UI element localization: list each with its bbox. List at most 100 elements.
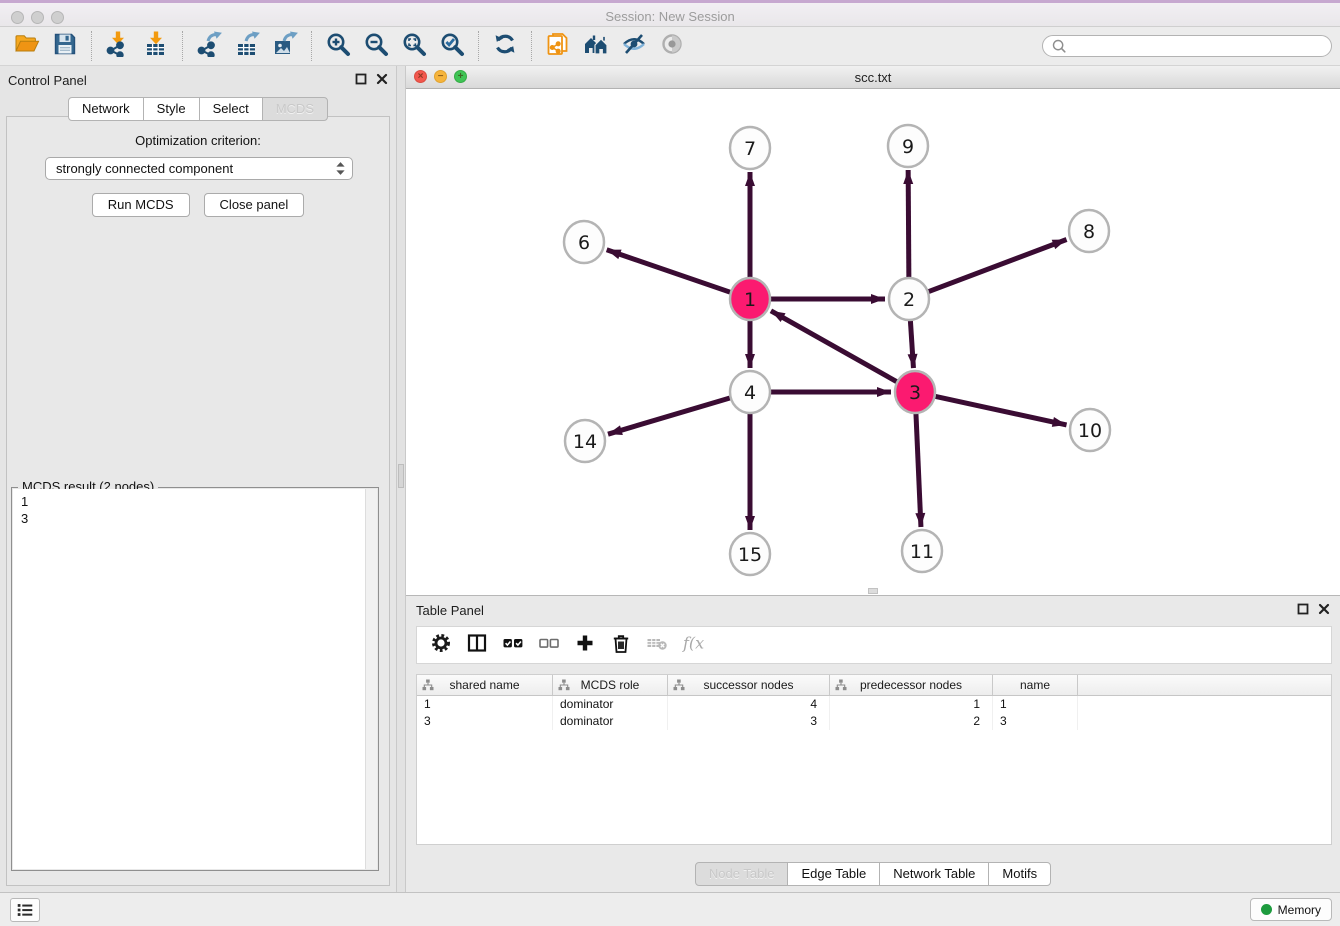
select-all-rows-button[interactable] [497, 630, 529, 660]
zoom-selected-button[interactable] [433, 30, 471, 62]
table-cell[interactable]: 4 [668, 696, 830, 713]
criterion-select[interactable]: strongly connected component [45, 157, 353, 180]
graph-node-1[interactable]: 1 [730, 278, 770, 320]
mcds-result-text: 1 3 [13, 489, 377, 531]
toggle-panel-layout-button[interactable] [461, 630, 493, 660]
column-header-name[interactable]: name [993, 675, 1078, 695]
show-all-button[interactable] [653, 30, 691, 62]
graph-node-14[interactable]: 14 [565, 420, 605, 462]
table-row-2[interactable]: 3dominator323 [417, 713, 1331, 730]
save-icon [52, 31, 78, 62]
close-panel-icon[interactable] [376, 73, 388, 85]
add-column-button[interactable] [569, 630, 601, 660]
task-history-button[interactable] [10, 898, 40, 922]
mcds-result-scrollbar[interactable] [365, 489, 377, 869]
graph-node-11[interactable]: 11 [902, 530, 942, 572]
hide-selected-button[interactable] [615, 30, 653, 62]
export-network-button[interactable] [190, 30, 228, 62]
table-cell[interactable]: 1 [830, 696, 993, 713]
tab-mcds[interactable]: MCDS [262, 97, 328, 121]
graph-node-15[interactable]: 15 [730, 533, 770, 575]
import-table-button[interactable] [137, 30, 175, 62]
svg-text:3: 3 [909, 382, 921, 404]
graph-edge-3-10[interactable] [936, 396, 1067, 424]
tab-select[interactable]: Select [199, 97, 263, 121]
table-panel: Table Panel f(x) shared name MCDS rolesuc… [406, 595, 1340, 892]
zoom-fit-button[interactable] [395, 30, 433, 62]
graph-edge-1-6[interactable] [607, 250, 730, 292]
close-panel-button[interactable]: Close panel [204, 193, 305, 217]
graph-node-10[interactable]: 10 [1070, 409, 1110, 451]
tab-network[interactable]: Network [68, 97, 144, 121]
graph-edge-2-3[interactable] [910, 320, 913, 368]
zoom-out-button[interactable] [357, 30, 395, 62]
svg-text:8: 8 [1083, 221, 1095, 243]
graph-node-6[interactable]: 6 [564, 221, 604, 263]
tab-style[interactable]: Style [143, 97, 200, 121]
column-header-shared-name[interactable]: shared name [417, 675, 553, 695]
import-network-button[interactable] [99, 30, 137, 62]
graph-edge-3-11[interactable] [916, 413, 921, 527]
graph-node-7[interactable]: 7 [730, 127, 770, 169]
graph-node-4[interactable]: 4 [730, 371, 770, 413]
table-settings-button[interactable] [425, 630, 457, 660]
panel-splitter[interactable] [396, 66, 406, 892]
graph-node-9[interactable]: 9 [888, 125, 928, 167]
column-header-label: shared name [449, 678, 519, 692]
table-row-1[interactable]: 1dominator411 [417, 696, 1331, 713]
splitter-grip[interactable] [398, 464, 404, 488]
network-window-titlebar[interactable]: × − + scc.txt [406, 66, 1340, 89]
function-builder-button: f(x) [677, 630, 709, 660]
svg-text:4: 4 [744, 382, 756, 404]
graph-svg[interactable]: 7 9 6 8 1 2 4 3 14 10 15 11 [406, 90, 1340, 595]
mcds-result-list[interactable]: 1 3 [13, 489, 377, 869]
table-tab-node-table[interactable]: Node Table [695, 862, 789, 886]
table-cell[interactable]: 2 [830, 713, 993, 730]
delete-column-button[interactable] [605, 630, 637, 660]
table-cell[interactable]: 1 [417, 696, 553, 713]
zoom-in-button[interactable] [319, 30, 357, 62]
graph-edge-2-9[interactable] [908, 170, 909, 278]
search-input[interactable] [1071, 39, 1323, 53]
float-table-panel-icon[interactable] [1297, 603, 1309, 615]
search-box[interactable] [1042, 35, 1332, 57]
graph-edge-2-8[interactable] [929, 239, 1067, 291]
table-tab-network-table[interactable]: Network Table [879, 862, 989, 886]
graph-node-3[interactable]: 3 [895, 371, 935, 413]
svg-text:2: 2 [903, 289, 915, 311]
table-cell[interactable]: 3 [417, 713, 553, 730]
open-session-button[interactable] [8, 30, 46, 62]
table-cell[interactable]: dominator [553, 696, 668, 713]
table-panel-title: Table Panel [416, 603, 484, 618]
export-image-button[interactable] [266, 30, 304, 62]
graph-node-2[interactable]: 2 [889, 278, 929, 320]
graph-edge-4-14[interactable] [608, 398, 730, 434]
export-table-button[interactable] [228, 30, 266, 62]
new-network-from-selection-button[interactable] [539, 30, 577, 62]
memory-button[interactable]: Memory [1250, 898, 1332, 921]
close-table-panel-icon[interactable] [1318, 603, 1330, 615]
network-canvas[interactable]: 7 9 6 8 1 2 4 3 14 10 15 11 [406, 90, 1340, 595]
svg-text:6: 6 [578, 232, 590, 254]
table-cell[interactable]: 3 [993, 713, 1078, 730]
table-tab-edge-table[interactable]: Edge Table [787, 862, 880, 886]
graph-edge-3-1[interactable] [771, 311, 897, 382]
table-cell[interactable]: dominator [553, 713, 668, 730]
control-panel-tabs: NetworkStyleSelectMCDS [0, 97, 396, 121]
float-panel-icon[interactable] [355, 73, 367, 85]
graph-node-8[interactable]: 8 [1069, 210, 1109, 252]
node-table: shared name MCDS rolesuccessor nodesprede… [416, 674, 1332, 845]
column-header-successor-nodes[interactable]: successor nodes [668, 675, 830, 695]
run-mcds-button[interactable]: Run MCDS [92, 193, 190, 217]
refresh-network-button[interactable] [486, 30, 524, 62]
table-tab-motifs[interactable]: Motifs [988, 862, 1051, 886]
column-header-predecessor-nodes[interactable]: predecessor nodes [830, 675, 993, 695]
toolbar-divider [182, 31, 183, 61]
canvas-splitter-grip[interactable] [868, 588, 878, 594]
table-cell[interactable]: 1 [993, 696, 1078, 713]
column-header-MCDS-role[interactable]: MCDS role [553, 675, 668, 695]
deselect-all-rows-button[interactable] [533, 630, 565, 660]
first-neighbors-button[interactable] [577, 30, 615, 62]
save-session-button[interactable] [46, 30, 84, 62]
table-cell[interactable]: 3 [668, 713, 830, 730]
